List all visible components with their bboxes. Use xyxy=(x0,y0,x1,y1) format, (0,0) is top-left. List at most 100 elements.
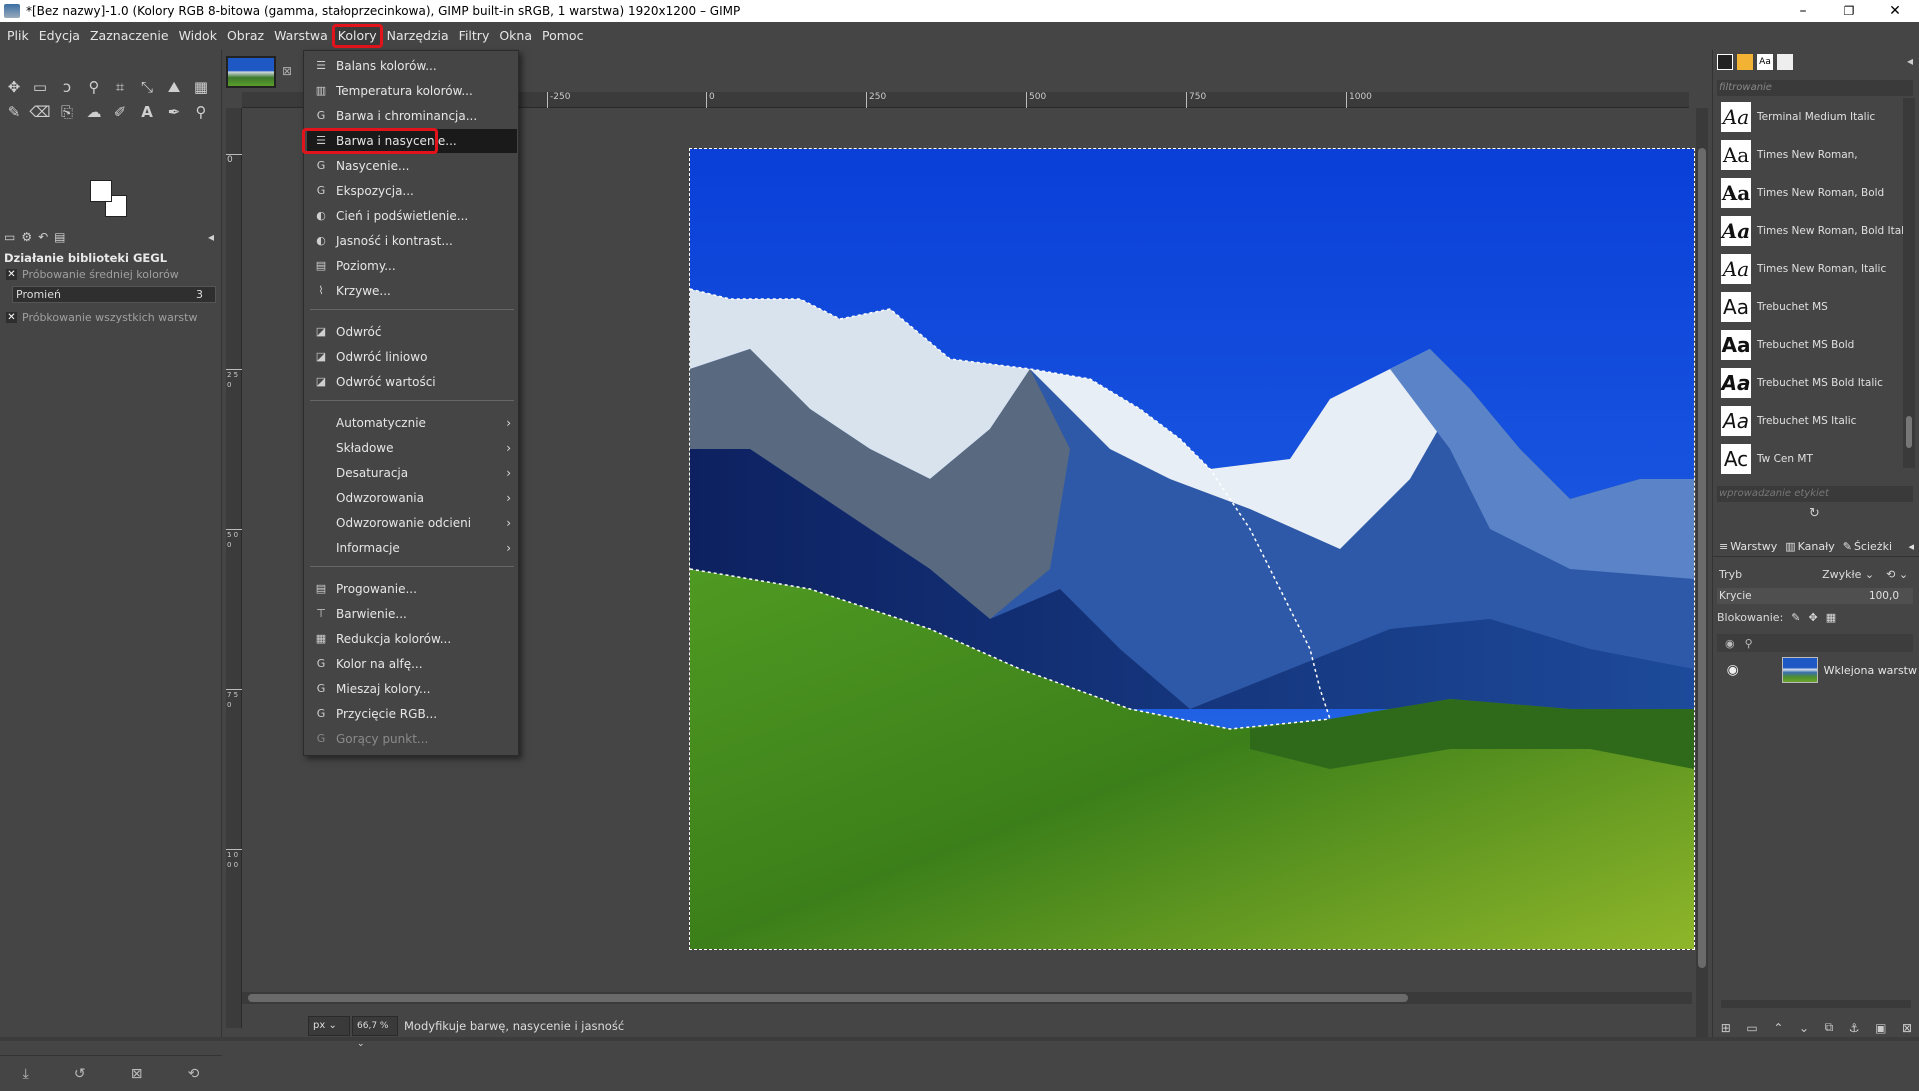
undo-history-tab-icon[interactable]: ↶ xyxy=(38,230,48,244)
save-options-icon[interactable]: ⤓ xyxy=(23,1066,29,1082)
paths-tool-icon[interactable]: ✐ xyxy=(109,101,131,123)
font-item[interactable]: Aa Trebuchet MS Bold xyxy=(1717,326,1913,364)
close-button[interactable]: ✕ xyxy=(1872,0,1918,22)
menu-item-barwa-i-nasycenie[interactable]: ☰ Barwa i nasycenie... xyxy=(307,129,517,153)
menu-item-progowanie[interactable]: ▤ Progowanie... xyxy=(307,577,517,601)
rect-select-tool-icon[interactable]: ▭ xyxy=(29,76,51,98)
text-tool-icon[interactable]: A xyxy=(136,101,158,123)
opacity-slider[interactable]: Krycie 100,0 xyxy=(1717,588,1913,604)
mode-select[interactable]: Zwykłe ⌄ xyxy=(1822,568,1874,581)
font-item[interactable]: Aa Trebuchet MS Italic xyxy=(1717,402,1913,440)
font-item[interactable]: Ac Tw Cen MT xyxy=(1717,440,1913,478)
horizontal-scrollbar[interactable] xyxy=(242,992,1692,1004)
menu-item-ekspozycja[interactable]: G Ekspozycja... xyxy=(307,179,517,203)
menu-item-odwroc[interactable]: ◪ Odwróć xyxy=(307,320,517,344)
crop-tool-icon[interactable]: ⌗ xyxy=(109,76,131,98)
color-picker-tool-icon[interactable]: ✒ xyxy=(163,101,185,123)
font-list-scroll-thumb[interactable] xyxy=(1906,416,1912,448)
patterns-tab-icon[interactable] xyxy=(1737,54,1753,70)
new-layer-group-icon[interactable]: ▭ xyxy=(1746,1021,1757,1035)
menu-obraz[interactable]: Obraz xyxy=(222,25,269,47)
menu-item-odwroc-liniowo[interactable]: ◪ Odwróć liniowo xyxy=(307,345,517,369)
font-item[interactable]: Aa Trebuchet MS Bold Italic xyxy=(1717,364,1913,402)
menu-item-desaturacja[interactable]: Desaturacja › xyxy=(307,461,517,485)
font-list-scrollbar[interactable] xyxy=(1903,98,1915,468)
vertical-scrollbar[interactable] xyxy=(1696,108,1708,1038)
fonts-tab-icon[interactable]: Aa xyxy=(1757,54,1773,70)
unit-selector[interactable]: px ⌄ xyxy=(308,1015,350,1036)
image-canvas[interactable] xyxy=(689,148,1695,950)
image-tab-close-icon[interactable]: ⊠ xyxy=(282,64,292,78)
brushes-tab-icon[interactable] xyxy=(1717,54,1733,70)
paintbrush-tool-icon[interactable]: ✎ xyxy=(3,101,25,123)
menu-plik[interactable]: Plik xyxy=(2,25,34,47)
menu-narzedzia[interactable]: Narzędzia xyxy=(382,25,454,47)
menu-item-krzywe[interactable]: ⌇ Krzywe... xyxy=(307,279,517,303)
menu-item-odwzorowanie-odcieni[interactable]: Odwzorowanie odcieni › xyxy=(307,511,517,535)
delete-layer-icon[interactable]: ⊠ xyxy=(1902,1021,1912,1035)
menu-item-odwzorowania[interactable]: Odwzorowania › xyxy=(307,486,517,510)
layer-row[interactable]: ◉ Wklejona warstw xyxy=(1717,655,1917,685)
font-item[interactable]: Aa Times New Roman, Bold xyxy=(1717,174,1913,212)
tab-sciezki[interactable]: ✎ Ścieżki xyxy=(1843,540,1892,553)
font-item[interactable]: Aa Times New Roman, xyxy=(1717,136,1913,174)
layers-hscrollbar[interactable] xyxy=(1721,1000,1911,1008)
menu-item-poziomy[interactable]: ▤ Poziomy... xyxy=(307,254,517,278)
duplicate-layer-icon[interactable]: ⧉ xyxy=(1825,1020,1834,1035)
menu-item-przyciecie-rgb[interactable]: G Przycięcie RGB... xyxy=(307,702,517,726)
sample-average-checkbox[interactable]: ✕ xyxy=(6,269,17,280)
refresh-fonts-icon[interactable]: ↻ xyxy=(1809,506,1820,521)
font-item[interactable]: Aa Times New Roman, Bold Itali xyxy=(1717,212,1913,250)
lock-pixels-icon[interactable]: ✎ xyxy=(1791,611,1800,624)
menu-okna[interactable]: Okna xyxy=(494,25,537,47)
lock-alpha-icon[interactable]: ▦ xyxy=(1826,611,1836,624)
grid-tool-icon[interactable]: ▦ xyxy=(190,76,212,98)
minimize-button[interactable]: – xyxy=(1780,0,1826,22)
menu-item-cien-i-podswietlenie[interactable]: ◐ Cień i podświetlenie... xyxy=(307,204,517,228)
tab-kanaly[interactable]: ▥ Kanały xyxy=(1785,540,1835,553)
delete-options-icon[interactable]: ⊠ xyxy=(131,1066,143,1082)
restore-options-icon[interactable]: ↺ xyxy=(74,1066,86,1082)
anchor-layer-icon[interactable]: ⚓ xyxy=(1849,1021,1860,1035)
tab-warstwy[interactable]: ≡ Warstwy xyxy=(1719,540,1777,553)
fuzzy-select-tool-icon[interactable]: ⚲ xyxy=(83,76,105,98)
dock-menu-icon[interactable]: ◂ xyxy=(1907,54,1913,68)
menu-item-temperatura-kolorow[interactable]: ▥ Temperatura kolorów... xyxy=(307,79,517,103)
dock-menu-icon[interactable]: ◂ xyxy=(208,230,214,244)
radius-spinner[interactable]: Promień 3 xyxy=(12,286,216,303)
layer-name[interactable]: Wklejona warstw xyxy=(1824,664,1917,677)
radius-value[interactable]: 3 xyxy=(196,287,203,302)
menu-item-skladowe[interactable]: Składowe › xyxy=(307,436,517,460)
sample-merged-checkbox[interactable]: ✕ xyxy=(6,312,17,323)
opacity-value[interactable]: 100,0 xyxy=(1869,588,1899,604)
eraser-tool-icon[interactable]: ⌫ xyxy=(29,101,51,123)
images-tab-icon[interactable]: ▤ xyxy=(54,230,65,244)
menu-item-nasycenie[interactable]: G Nasycenie... xyxy=(307,154,517,178)
menu-zaznaczenie[interactable]: Zaznaczenie xyxy=(85,25,174,47)
smudge-tool-icon[interactable]: ☁ xyxy=(83,101,105,123)
horizontal-scroll-thumb[interactable] xyxy=(248,994,1408,1002)
foreground-color-swatch[interactable] xyxy=(90,180,112,202)
menu-item-kolor-na-alfe[interactable]: G Kolor na alfę... xyxy=(307,652,517,676)
menu-pomoc[interactable]: Pomoc xyxy=(537,25,588,47)
vertical-scroll-thumb[interactable] xyxy=(1698,148,1706,968)
new-layer-icon[interactable]: ⊞ xyxy=(1721,1021,1731,1035)
image-tab-thumbnail[interactable] xyxy=(226,56,276,88)
move-tool-icon[interactable]: ✥ xyxy=(3,76,25,98)
lower-layer-icon[interactable]: ⌄ xyxy=(1799,1021,1809,1035)
raise-layer-icon[interactable]: ⌃ xyxy=(1773,1021,1783,1035)
font-item[interactable]: Aa Trebuchet MS xyxy=(1717,288,1913,326)
clone-tool-icon[interactable]: ⎘ xyxy=(56,101,78,123)
menu-edycja[interactable]: Edycja xyxy=(34,25,85,47)
font-item[interactable]: Aa Times New Roman, Italic xyxy=(1717,250,1913,288)
tag-input[interactable]: wprowadzanie etykiet xyxy=(1717,486,1913,502)
layer-visibility-eye-icon[interactable]: ◉ xyxy=(1721,662,1744,678)
menu-item-odwroc-wartosci[interactable]: ◪ Odwróć wartości xyxy=(307,370,517,394)
menu-warstwa[interactable]: Warstwa xyxy=(269,25,333,47)
menu-widok[interactable]: Widok xyxy=(174,25,222,47)
mode-reset-icon[interactable]: ⟲ ⌄ xyxy=(1886,568,1908,581)
transform-tool-icon[interactable]: ⤡ xyxy=(136,76,158,98)
menu-item-barwienie[interactable]: ⊤ Barwienie... xyxy=(307,602,517,626)
menu-item-mieszaj-kolory[interactable]: G Mieszaj kolory... xyxy=(307,677,517,701)
zoom-selector[interactable]: 66,7 % ⌄ xyxy=(352,1015,398,1049)
